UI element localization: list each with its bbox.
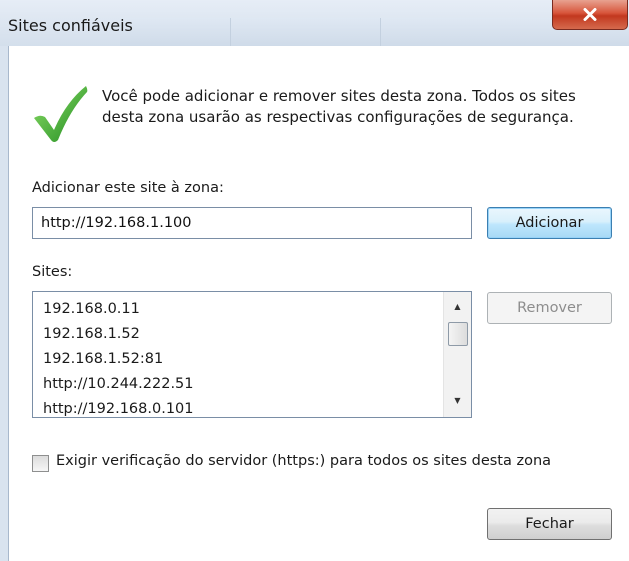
window-title: Sites confiáveis xyxy=(8,16,133,35)
list-item[interactable]: http://10.244.222.51 xyxy=(43,372,194,397)
add-site-label: Adicionar este site à zona: xyxy=(32,180,224,196)
info-description: Você pode adicionar e remover sites dest… xyxy=(102,87,576,126)
background-tab xyxy=(380,18,530,46)
list-item[interactable]: 192.168.1.52:81 xyxy=(43,347,194,372)
list-item[interactable]: 192.168.1.52 xyxy=(43,322,194,347)
window-left-frame xyxy=(0,46,9,561)
list-item[interactable]: 192.168.0.11 xyxy=(43,297,194,322)
checkmark-icon xyxy=(34,86,88,142)
vertical-scrollbar[interactable]: ▲ ▼ xyxy=(443,292,471,417)
scroll-up-arrow-icon[interactable]: ▲ xyxy=(444,298,471,315)
background-tab xyxy=(230,18,380,46)
add-button[interactable]: Adicionar xyxy=(487,207,612,239)
require-https-checkbox[interactable] xyxy=(32,455,49,472)
site-url-input[interactable] xyxy=(32,207,472,239)
sites-listbox[interactable]: 192.168.0.11 192.168.1.52 192.168.1.52:8… xyxy=(32,291,472,418)
close-button[interactable]: Fechar xyxy=(487,508,612,540)
remove-button[interactable]: Remover xyxy=(487,292,612,324)
close-window-button[interactable] xyxy=(552,0,628,30)
close-x-icon xyxy=(583,8,597,21)
require-https-label[interactable]: Exigir verificação do servidor (https:) … xyxy=(56,453,551,469)
scroll-thumb[interactable] xyxy=(448,322,468,346)
list-item[interactable]: http://192.168.0.101 xyxy=(43,397,194,417)
sites-label: Sites: xyxy=(32,264,73,280)
scroll-down-arrow-icon[interactable]: ▼ xyxy=(444,392,471,409)
title-bar: Sites confiáveis xyxy=(0,0,629,46)
